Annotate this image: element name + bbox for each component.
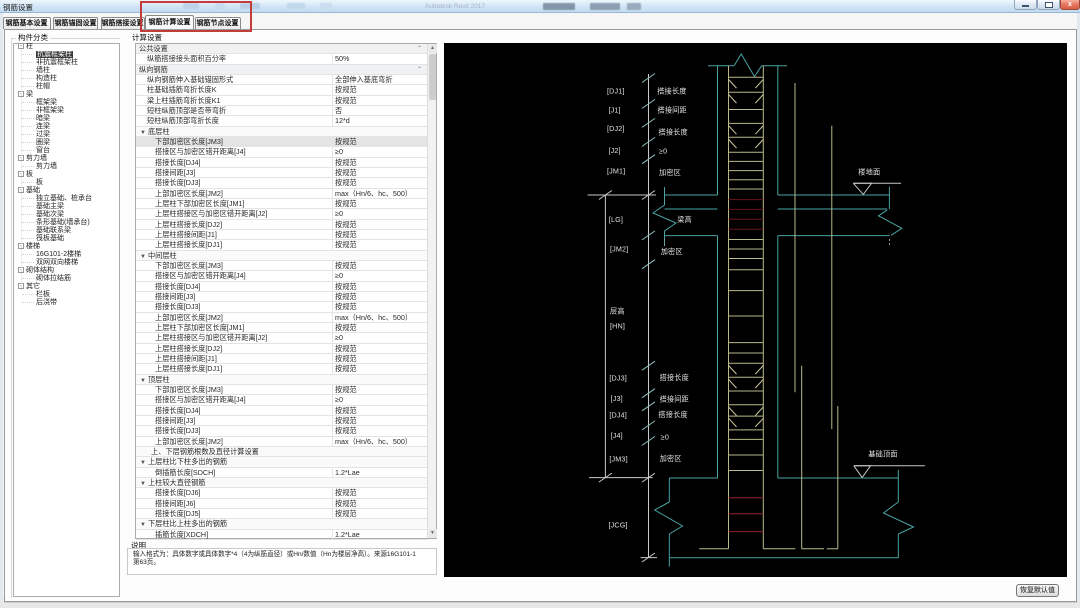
svg-text:梁高: 梁高 (677, 215, 692, 224)
svg-text:搭接长度: 搭接长度 (658, 128, 687, 137)
svg-text:[J3]: [J3] (610, 394, 622, 403)
svg-text:[J1]: [J1] (608, 106, 620, 115)
svg-text:楼地面: 楼地面 (858, 168, 880, 177)
svg-text:[J4]: [J4] (610, 431, 622, 440)
svg-text:[DJ4]: [DJ4] (609, 411, 627, 420)
svg-text:≥0: ≥0 (660, 433, 668, 442)
svg-text:加密区: 加密区 (659, 168, 681, 177)
svg-text:基础顶面: 基础顶面 (868, 450, 897, 459)
svg-text:搭接间距: 搭接间距 (657, 106, 686, 115)
svg-text:搭接长度: 搭接长度 (657, 87, 686, 96)
svg-text:加密区: 加密区 (659, 454, 681, 463)
svg-text:[DJ2]: [DJ2] (607, 124, 625, 133)
svg-text:[JCG]: [JCG] (608, 521, 627, 530)
svg-text:[HN]: [HN] (610, 322, 625, 331)
svg-text:[J2]: [J2] (608, 146, 620, 155)
svg-text:[JM1]: [JM1] (607, 167, 625, 176)
svg-text:[LG]: [LG] (608, 215, 622, 224)
svg-text:搭接长度: 搭接长度 (659, 373, 688, 382)
svg-text:搭接长度: 搭接长度 (658, 410, 687, 419)
svg-text:加密区: 加密区 (660, 247, 682, 256)
svg-text:搭接间距: 搭接间距 (659, 395, 688, 404)
svg-text:[DJ1]: [DJ1] (607, 87, 625, 96)
svg-text:[JM2]: [JM2] (610, 245, 628, 254)
svg-text:[DJ3]: [DJ3] (609, 374, 627, 383)
svg-text:≥0: ≥0 (659, 147, 667, 156)
svg-text:层高: 层高 (610, 307, 625, 316)
svg-text:[JM3]: [JM3] (609, 455, 627, 464)
